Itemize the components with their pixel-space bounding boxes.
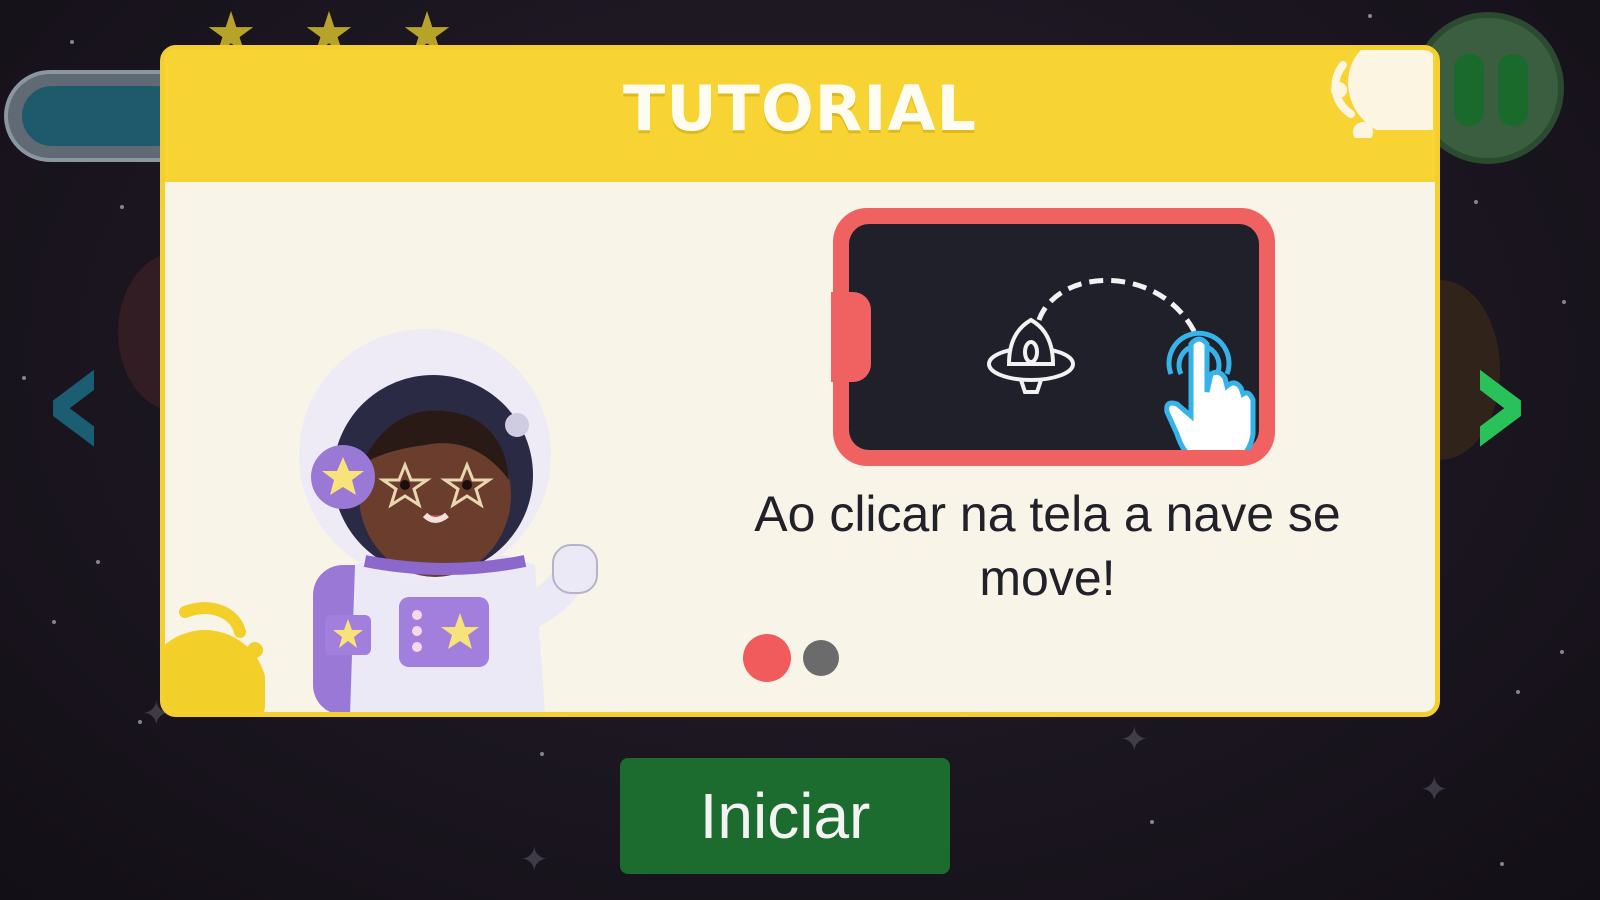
tutorial-description: Ao clicar na tela a nave se move! [754,486,1341,606]
spaceship-icon [987,317,1075,394]
page-dot[interactable] [803,640,839,676]
start-button[interactable]: Iniciar [620,758,950,874]
modal-header: TUTORIAL [165,50,1435,182]
pagination-dots [743,634,839,682]
phone-screen [849,224,1259,467]
tap-to-move-illustration [987,277,1256,467]
moon-decoration-icon [1331,50,1433,138]
astronaut-character [299,329,598,712]
next-button[interactable]: › [1444,315,1554,485]
page-dot-active[interactable] [743,634,791,682]
chevron-right-icon: › [1463,301,1535,499]
tutorial-modal: TUTORIAL Ao clicar na tela a nave se mov… [160,45,1440,717]
sun-decoration-icon [165,602,265,712]
phone-illustration [831,208,1275,467]
previous-button[interactable]: ‹ [20,315,130,485]
modal-title: TUTORIAL [623,72,977,145]
chevron-left-icon: ‹ [39,301,111,499]
phone-notch [831,292,871,382]
tap-hand-icon [1164,330,1256,467]
